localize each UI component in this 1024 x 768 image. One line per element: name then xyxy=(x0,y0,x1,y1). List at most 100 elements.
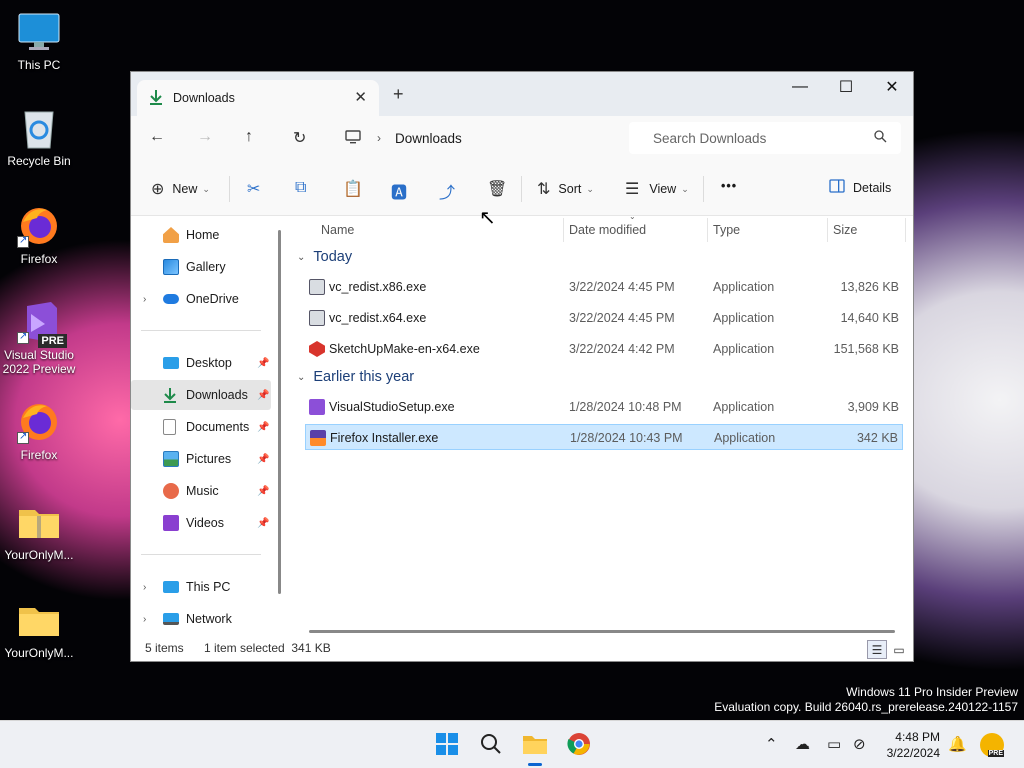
sidebar-item-home[interactable]: Home xyxy=(131,220,271,250)
sidebar-item-pictures[interactable]: Pictures 📌 xyxy=(131,444,271,474)
chevron-right-icon[interactable]: › xyxy=(377,131,381,145)
table-row[interactable]: SketchUpMake-en-x64.exe 3/22/2024 4:42 P… xyxy=(305,336,903,362)
cut-button[interactable]: ✂ xyxy=(247,179,260,199)
chevron-right-icon[interactable]: › xyxy=(143,294,146,305)
search-button[interactable] xyxy=(477,731,505,759)
column-header-name[interactable]: Name xyxy=(321,216,354,244)
chevron-right-icon[interactable]: › xyxy=(143,582,146,593)
minimize-button[interactable]: — xyxy=(777,72,823,102)
sidebar-item-music[interactable]: Music 📌 xyxy=(131,476,271,506)
desktop-icon-visual-studio[interactable]: PRE Visual Studio 2022 Preview xyxy=(1,300,77,376)
desktop-icon-recycle-bin[interactable]: Recycle Bin xyxy=(1,106,77,168)
close-tab-icon[interactable]: ✕ xyxy=(354,88,367,106)
tab-title: Downloads xyxy=(173,91,235,105)
more-icon: ••• xyxy=(721,179,738,193)
group-header-earlier[interactable]: ⌄ Earlier this year xyxy=(297,369,414,385)
group-header-today[interactable]: ⌄ Today xyxy=(297,249,352,265)
refresh-icon[interactable]: ↻ xyxy=(293,128,306,148)
display-icon[interactable]: ▭ xyxy=(827,735,841,753)
download-icon xyxy=(163,387,179,403)
clock[interactable]: 4:48 PM 3/22/2024 xyxy=(884,729,940,761)
file-size: 151,568 KB xyxy=(833,342,899,356)
sidebar-item-videos[interactable]: Videos 📌 xyxy=(131,508,271,538)
desktop-icon-firefox[interactable]: Firefox xyxy=(1,204,77,266)
sidebar-item-network[interactable]: › Network xyxy=(131,604,271,634)
cloud-icon xyxy=(163,294,179,304)
maximize-button[interactable]: ☐ xyxy=(823,72,869,102)
windows-logo-icon xyxy=(435,732,459,759)
new-button[interactable]: ⊕ New ⌄ xyxy=(151,179,210,199)
visual-studio-icon xyxy=(309,399,325,415)
chevron-right-icon[interactable]: › xyxy=(143,614,146,625)
file-explorer-taskbar-button[interactable] xyxy=(521,731,549,766)
horizontal-scrollbar[interactable] xyxy=(309,630,895,633)
new-tab-button[interactable]: + xyxy=(393,84,404,105)
details-view-toggle[interactable]: ☰ xyxy=(867,640,887,659)
more-options-button[interactable]: ••• xyxy=(721,179,737,193)
sidebar-item-this-pc[interactable]: › This PC xyxy=(131,572,271,602)
paste-button[interactable]: 📋 xyxy=(343,179,363,199)
sidebar-scrollbar[interactable] xyxy=(278,230,281,594)
start-button[interactable] xyxy=(433,731,461,759)
insider-badge[interactable]: PRE xyxy=(980,733,1004,757)
desktop-icon xyxy=(163,357,179,369)
chrome-taskbar-button[interactable] xyxy=(565,731,593,759)
pin-icon[interactable]: 📌 xyxy=(257,390,269,401)
desktop-icon-folder[interactable]: YourOnlyM... xyxy=(1,598,77,660)
divider xyxy=(521,176,522,202)
tiles-view-toggle[interactable]: ▭ xyxy=(889,640,909,659)
table-row-selected[interactable]: Firefox Installer.exe 1/28/2024 10:43 PM… xyxy=(305,424,903,450)
address-bar[interactable]: › Downloads xyxy=(335,122,631,154)
view-button[interactable]: ☰ View ⌄ xyxy=(625,179,689,199)
bell-icon[interactable]: 🔔 xyxy=(948,735,967,753)
view-label: View xyxy=(649,182,677,196)
pin-icon[interactable]: 📌 xyxy=(257,358,269,369)
desktop-icon-zip-folder[interactable]: YourOnlyM... xyxy=(1,500,77,562)
column-header-type[interactable]: Type xyxy=(713,216,740,244)
sidebar-item-gallery[interactable]: Gallery xyxy=(131,252,271,282)
tab-downloads[interactable]: Downloads ✕ xyxy=(137,80,379,116)
cloud-off-icon[interactable]: ☁ xyxy=(795,735,810,753)
firefox-icon xyxy=(17,400,61,444)
desktop-icon-this-pc[interactable]: This PC xyxy=(1,10,77,72)
file-type: Application xyxy=(713,342,775,356)
chevron-up-icon[interactable]: ⌃ xyxy=(765,735,778,753)
up-arrow-icon[interactable]: ↑ xyxy=(245,128,253,146)
share-button[interactable]: ⤴ xyxy=(439,179,455,203)
mouse-cursor-icon: ↖ xyxy=(479,207,496,229)
search-input[interactable]: Search Downloads xyxy=(629,122,901,154)
table-row[interactable]: VisualStudioSetup.exe 1/28/2024 10:48 PM… xyxy=(305,394,903,420)
chevron-down-icon: ⌄ xyxy=(297,251,306,263)
delete-button[interactable]: 🗑 xyxy=(487,179,507,199)
network-status-icon[interactable]: ⊘ xyxy=(853,735,866,753)
file-type: Application xyxy=(713,311,775,325)
file-name: VisualStudioSetup.exe xyxy=(329,400,455,414)
pin-icon[interactable]: 📌 xyxy=(257,518,269,529)
forward-arrow-icon[interactable]: → xyxy=(197,128,213,146)
sort-button[interactable]: ⇅ Sort ⌄ xyxy=(537,179,594,199)
network-icon xyxy=(163,613,179,625)
column-header-size[interactable]: Size xyxy=(833,216,857,244)
sidebar-item-documents[interactable]: Documents 📌 xyxy=(131,412,271,442)
group-label: Today xyxy=(313,249,353,265)
table-row[interactable]: vc_redist.x86.exe 3/22/2024 4:45 PM Appl… xyxy=(305,274,903,300)
pin-icon[interactable]: 📌 xyxy=(257,422,269,433)
desktop-icon-firefox[interactable]: Firefox xyxy=(1,400,77,462)
details-pane-button[interactable]: Details xyxy=(829,179,891,196)
divider xyxy=(229,176,230,202)
back-arrow-icon[interactable]: ← xyxy=(149,128,165,146)
table-row[interactable]: vc_redist.x64.exe 3/22/2024 4:45 PM Appl… xyxy=(305,305,903,331)
breadcrumb-downloads[interactable]: Downloads xyxy=(395,131,462,146)
rename-button[interactable]: 🅰 xyxy=(391,179,407,203)
watermark-line: Evaluation copy. Build 26040.rs_prerelea… xyxy=(714,700,1018,714)
sidebar-item-downloads[interactable]: Downloads 📌 xyxy=(131,380,271,410)
copy-button[interactable]: ⧉ xyxy=(295,179,306,197)
pictures-icon xyxy=(163,451,179,467)
sidebar-item-onedrive[interactable]: › OneDrive xyxy=(131,284,271,314)
desktop-icon-label: Firefox xyxy=(20,448,58,462)
pin-icon[interactable]: 📌 xyxy=(257,454,269,465)
sidebar-item-desktop[interactable]: Desktop 📌 xyxy=(131,348,271,378)
pin-icon[interactable]: 📌 xyxy=(257,486,269,497)
item-count: 5 items xyxy=(145,641,184,655)
close-button[interactable]: ✕ xyxy=(869,72,913,102)
